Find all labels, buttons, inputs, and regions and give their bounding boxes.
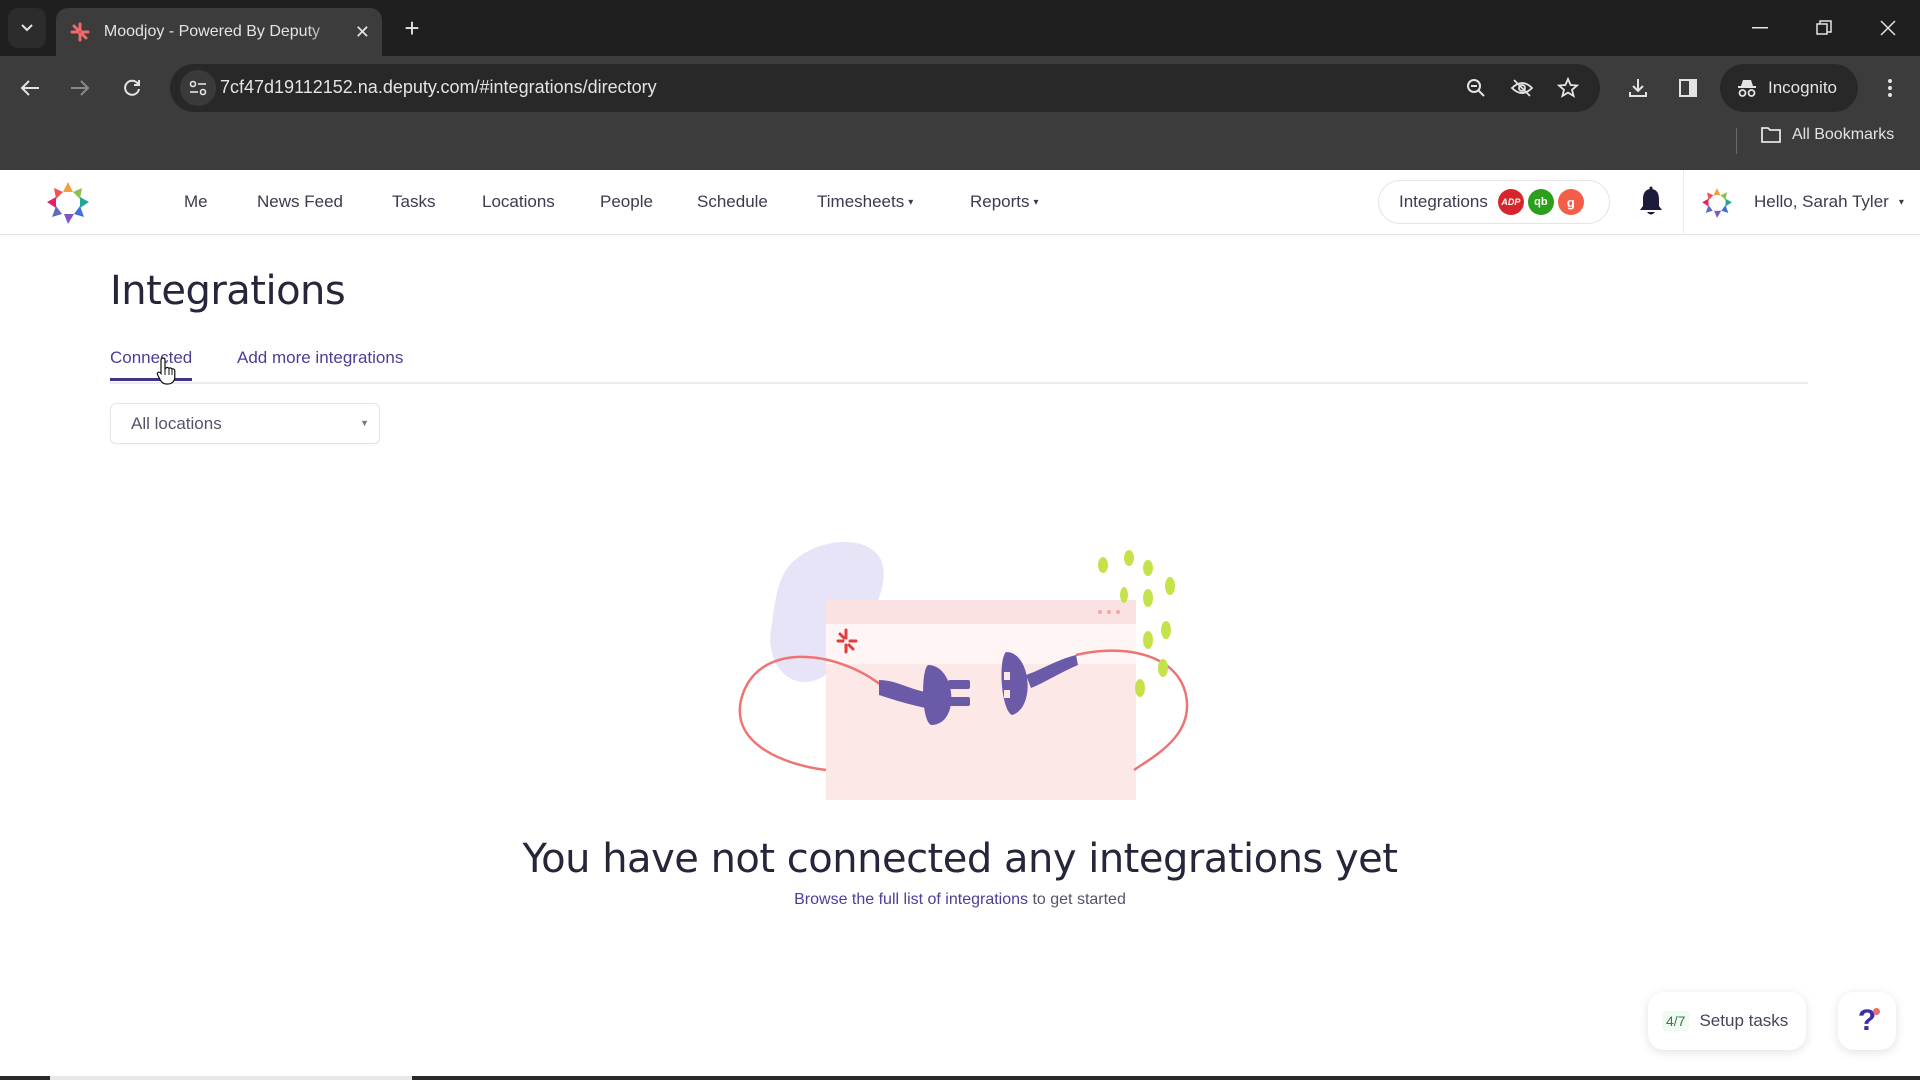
nav-reports-label: Reports [970, 192, 1030, 211]
tab-title: Moodjoy - Powered By Deputy [103, 23, 321, 40]
folder-icon [1761, 127, 1781, 143]
tune-icon [189, 80, 207, 96]
deputy-favicon-icon [68, 20, 92, 44]
caret-down-icon: ▾ [908, 197, 914, 209]
illustration-window-dots [1098, 610, 1120, 614]
tracking-protection-button[interactable] [1506, 72, 1538, 104]
address-bar[interactable]: 7cf47d19112152.na.deputy.com/#integratio… [170, 64, 1600, 112]
zoom-out-icon [1467, 79, 1485, 97]
tab-close-icon[interactable]: ✕ [355, 22, 370, 43]
empty-state-title: You have not connected any integrations … [522, 836, 1398, 882]
arrow-right-icon [71, 80, 90, 96]
notification-dot [1873, 1008, 1880, 1015]
nav-timesheets[interactable]: Timesheets ▾ [817, 192, 913, 212]
user-menu[interactable]: Hello, Sarah Tyler ▾ [1754, 192, 1904, 212]
minimize-button[interactable] [1740, 8, 1780, 48]
user-greeting: Hello, Sarah Tyler [1754, 192, 1889, 211]
close-icon [1880, 20, 1896, 36]
deputy-logo[interactable] [44, 180, 92, 226]
empty-state-suffix: to get started [1028, 891, 1126, 908]
location-select-value: All locations [131, 413, 222, 433]
illustration-window-titlebar [826, 600, 1136, 624]
app-navbar: Me News Feed Tasks Locations People Sche… [0, 170, 1920, 235]
location-select[interactable]: All locations ▼ [110, 403, 380, 444]
setup-tasks-button[interactable]: 4/7 Setup tasks [1648, 992, 1806, 1050]
restore-icon [1816, 20, 1832, 35]
caret-down-icon: ▼ [360, 418, 369, 428]
eye-off-icon [1510, 79, 1534, 97]
nav-news-feed[interactable]: News Feed [257, 192, 343, 212]
side-panel-icon [1679, 79, 1697, 97]
empty-state-subtitle: Browse the full list of integrations to … [0, 891, 1920, 909]
quickbooks-badge-icon: qb [1527, 189, 1554, 215]
tab-search-button[interactable] [8, 8, 46, 48]
nav-people[interactable]: People [600, 192, 653, 212]
caret-down-icon: ▾ [1033, 197, 1039, 209]
nav-schedule[interactable]: Schedule [697, 192, 768, 212]
user-avatar[interactable] [1700, 186, 1734, 220]
setup-tasks-label: Setup tasks [1699, 1011, 1789, 1030]
zoom-button[interactable] [1460, 72, 1492, 104]
nav-tasks[interactable]: Tasks [392, 192, 435, 212]
gusto-badge-icon: g [1557, 189, 1584, 215]
help-button[interactable]: ? [1838, 992, 1896, 1050]
site-info-button[interactable] [180, 70, 216, 106]
scrollbar-thumb[interactable] [50, 1076, 412, 1080]
browser-menu-button[interactable] [1872, 70, 1908, 106]
browser-tab-active[interactable]: Moodjoy - Powered By Deputy ✕ [56, 8, 382, 56]
tab-strip: Moodjoy - Powered By Deputy ✕ + [0, 0, 1920, 56]
integrations-tabs: Connected Add more integrations [110, 346, 1808, 384]
integrations-button[interactable]: Integrations ADP qb g [1378, 180, 1610, 224]
downloads-button[interactable] [1620, 70, 1656, 106]
minimize-icon [1752, 27, 1768, 29]
reload-icon [124, 79, 140, 96]
new-tab-button[interactable]: + [396, 12, 428, 44]
bookmark-star-button[interactable] [1552, 72, 1584, 104]
star-icon [1557, 77, 1579, 98]
browse-integrations-link[interactable]: Browse the full list of integrations [794, 891, 1028, 908]
restore-button[interactable] [1804, 8, 1844, 48]
nav-timesheets-label: Timesheets [817, 192, 905, 211]
adp-badge-icon: ADP [1497, 189, 1524, 215]
tab-add-more-integrations[interactable]: Add more integrations [237, 348, 403, 378]
hand-cursor-icon [156, 357, 176, 385]
nav-locations[interactable]: Locations [482, 192, 555, 212]
url-text[interactable]: 7cf47d19112152.na.deputy.com/#integratio… [220, 77, 657, 98]
illustration-window-header [826, 624, 1136, 664]
nav-reports[interactable]: Reports ▾ [970, 192, 1039, 212]
notifications-bell-icon[interactable] [1636, 186, 1666, 218]
page-title: Integrations [110, 268, 346, 314]
more-vert-icon [1888, 79, 1892, 97]
incognito-indicator[interactable]: Incognito [1720, 64, 1858, 112]
all-bookmarks-label: All Bookmarks [1792, 126, 1895, 143]
nav-divider [1683, 170, 1684, 234]
horizontal-scrollbar[interactable] [0, 1076, 1920, 1080]
incognito-icon [1738, 80, 1756, 97]
incognito-label: Incognito [1768, 78, 1837, 97]
caret-down-icon: ▾ [1898, 197, 1904, 209]
unplugged-illustration [738, 541, 1189, 800]
chevron-down-icon [21, 24, 33, 32]
browser-chrome: Moodjoy - Powered By Deputy ✕ + 7cf47d19… [0, 0, 1920, 170]
forward-button[interactable] [62, 70, 98, 106]
back-button[interactable] [12, 70, 48, 106]
all-bookmarks-button[interactable]: All Bookmarks [1760, 126, 1894, 144]
bookmarks-divider [1736, 128, 1737, 154]
side-panel-button[interactable] [1670, 70, 1706, 106]
setup-tasks-count: 4/7 [1662, 1011, 1690, 1031]
integrations-label: Integrations [1399, 192, 1488, 211]
arrow-left-icon [20, 80, 39, 96]
download-icon [1629, 79, 1647, 97]
reload-button[interactable] [114, 70, 150, 106]
tab-connected[interactable]: Connected [110, 348, 193, 381]
nav-me[interactable]: Me [184, 192, 208, 212]
close-window-button[interactable] [1868, 8, 1908, 48]
